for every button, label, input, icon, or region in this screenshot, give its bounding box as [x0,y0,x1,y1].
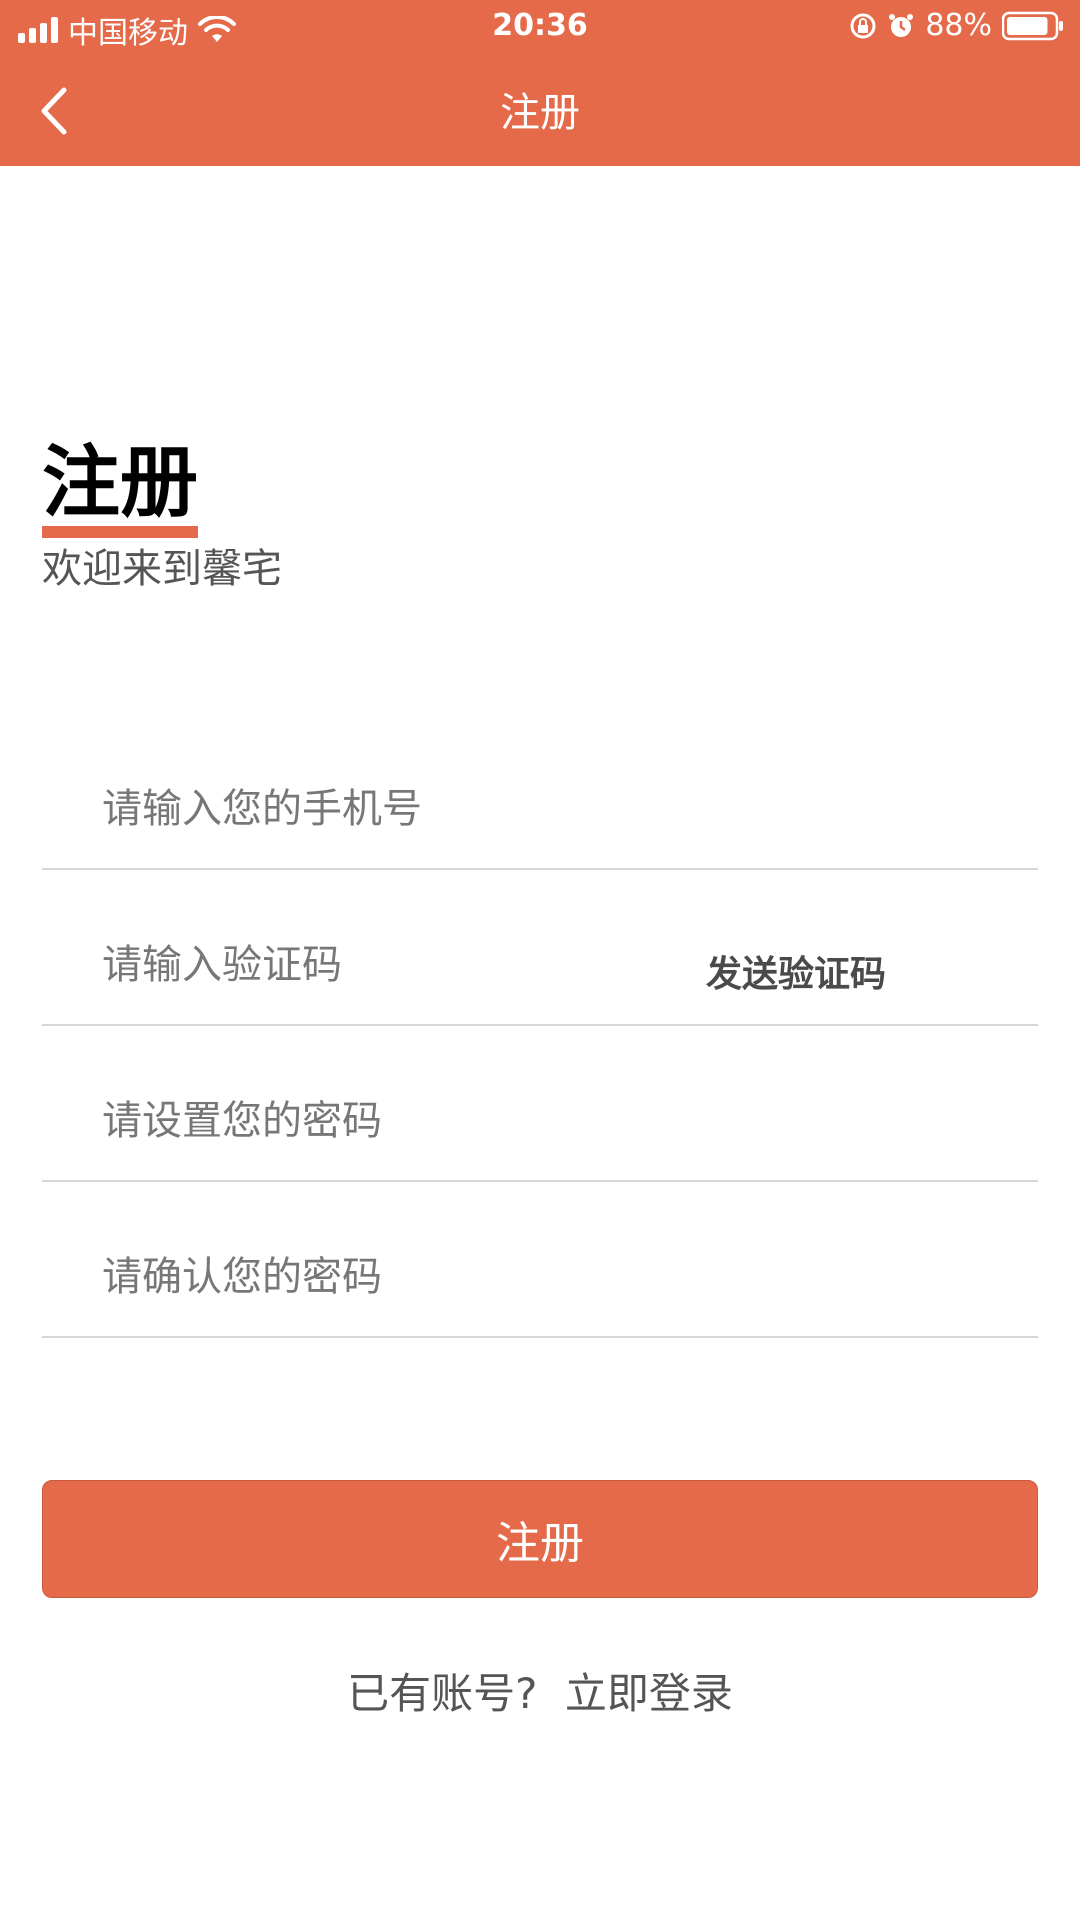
top-bar: 中国移动 20:36 88% 注册 [0,0,1080,166]
nav-bar: 注册 [0,56,1080,166]
login-row: 已有账号? 立即登录 [0,1660,1080,1721]
nav-title: 注册 [500,90,580,136]
password-field-row [42,1060,1038,1182]
login-link[interactable]: 立即登录 [565,1669,733,1718]
rotation-lock-icon [849,12,877,40]
page-subtitle: 欢迎来到馨宅 [42,546,282,592]
code-field-row: 发送验证码 [42,904,1038,1026]
alarm-icon [887,12,915,40]
status-bar: 中国移动 20:36 88% [0,0,1080,56]
page-title: 注册 [42,420,199,538]
page-title-text: 注册 [42,438,199,528]
send-code-button[interactable]: 发送验证码 [700,944,892,998]
confirm-password-input[interactable] [100,1226,704,1328]
status-right: 88% [849,8,1064,43]
register-button[interactable]: 注册 [42,1480,1038,1598]
verification-code-input[interactable] [100,914,664,1016]
phone-input[interactable] [100,758,704,860]
battery-percent: 88% [925,8,992,43]
has-account-text: 已有账号? [347,1669,538,1718]
password-input[interactable] [100,1070,704,1172]
battery-icon [1002,11,1064,41]
confirm-password-field-row [42,1216,1038,1338]
phone-field-row [42,748,1038,870]
